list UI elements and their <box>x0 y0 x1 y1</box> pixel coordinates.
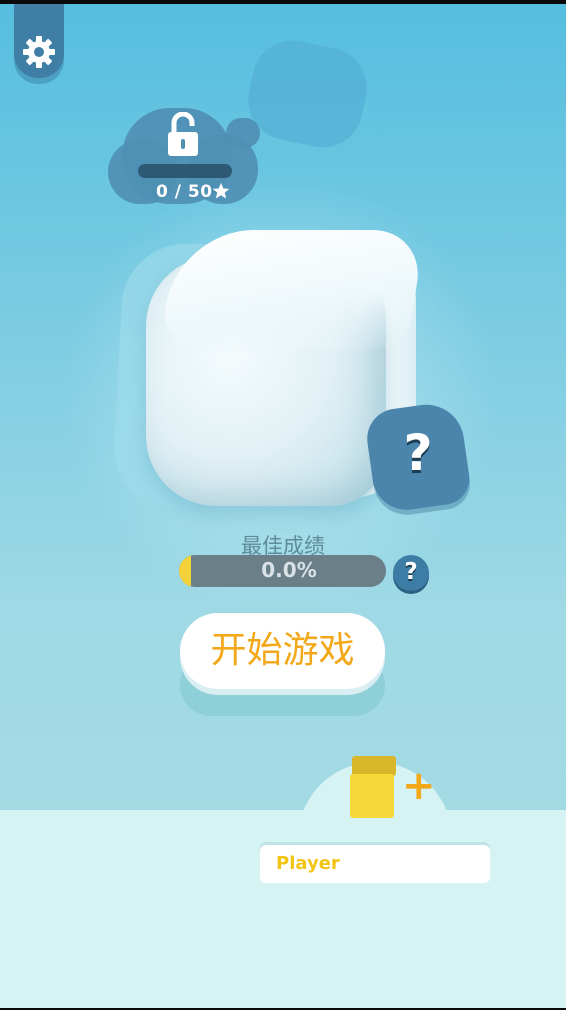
star-count: 0 / 50 <box>156 182 213 202</box>
question-mark-icon: ? <box>403 424 433 482</box>
cube-top <box>159 230 425 350</box>
settings-button[interactable] <box>14 4 64 78</box>
start-game-button[interactable]: 开始游戏 <box>180 613 385 689</box>
mystery-character-button[interactable]: ? <box>363 399 473 515</box>
unlock-progress-panel[interactable]: 0 / 50 <box>108 102 260 212</box>
unlock-progress-bar <box>138 164 232 178</box>
ground-panel <box>0 810 566 1008</box>
star-icon <box>212 182 230 199</box>
player-cube-front <box>350 774 394 818</box>
game-screen: 0 / 50 ? 最佳成绩 0.0% ? 开始游戏 + <box>0 4 566 1008</box>
lock-open-icon <box>168 112 198 156</box>
player-name-field[interactable] <box>260 845 490 883</box>
plus-icon[interactable]: + <box>402 766 436 806</box>
best-score-value: 0.0% <box>261 558 317 582</box>
background-cloud <box>240 33 375 155</box>
best-score-bar: 0.0% <box>179 555 386 587</box>
player-cube-top <box>352 756 396 776</box>
gear-icon <box>23 36 55 68</box>
player-character[interactable] <box>348 756 398 820</box>
best-score-help-button[interactable]: ? <box>393 555 429 591</box>
